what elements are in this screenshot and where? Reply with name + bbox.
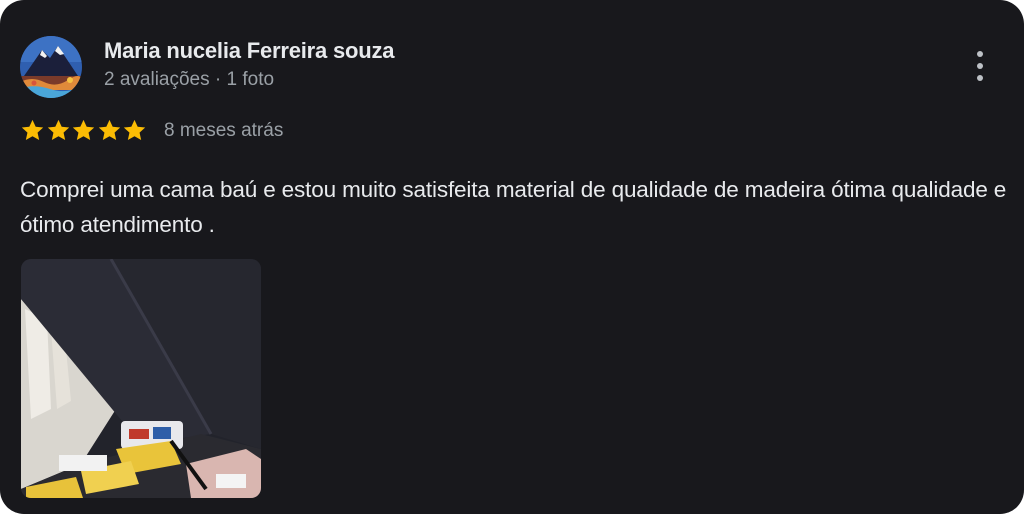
star-icon	[123, 119, 146, 141]
more-vert-icon-dot	[977, 75, 983, 81]
more-vert-icon	[977, 51, 983, 57]
review-text: Comprei uma cama baú e estou muito satis…	[20, 177, 1007, 237]
more-options-button[interactable]	[966, 46, 994, 86]
star-icon	[47, 119, 69, 141]
review-card: Maria nucelia Ferreira souza 2 avaliaçõe…	[0, 0, 1024, 514]
more-vert-icon-dot	[977, 63, 983, 69]
author-meta: 2 avaliações · 1 foto	[104, 69, 275, 90]
star-icon	[98, 119, 120, 141]
author-name[interactable]: Maria nucelia Ferreira souza	[104, 38, 395, 64]
review-photo[interactable]	[21, 259, 261, 498]
bed-storage-photo-icon	[21, 259, 261, 498]
mountain-landscape-avatar-icon	[20, 36, 82, 98]
star-rating	[20, 118, 148, 144]
star-icon	[21, 119, 44, 141]
review-time: 8 meses atrás	[164, 120, 284, 141]
star-icon	[72, 119, 95, 141]
author-avatar[interactable]	[20, 36, 82, 98]
